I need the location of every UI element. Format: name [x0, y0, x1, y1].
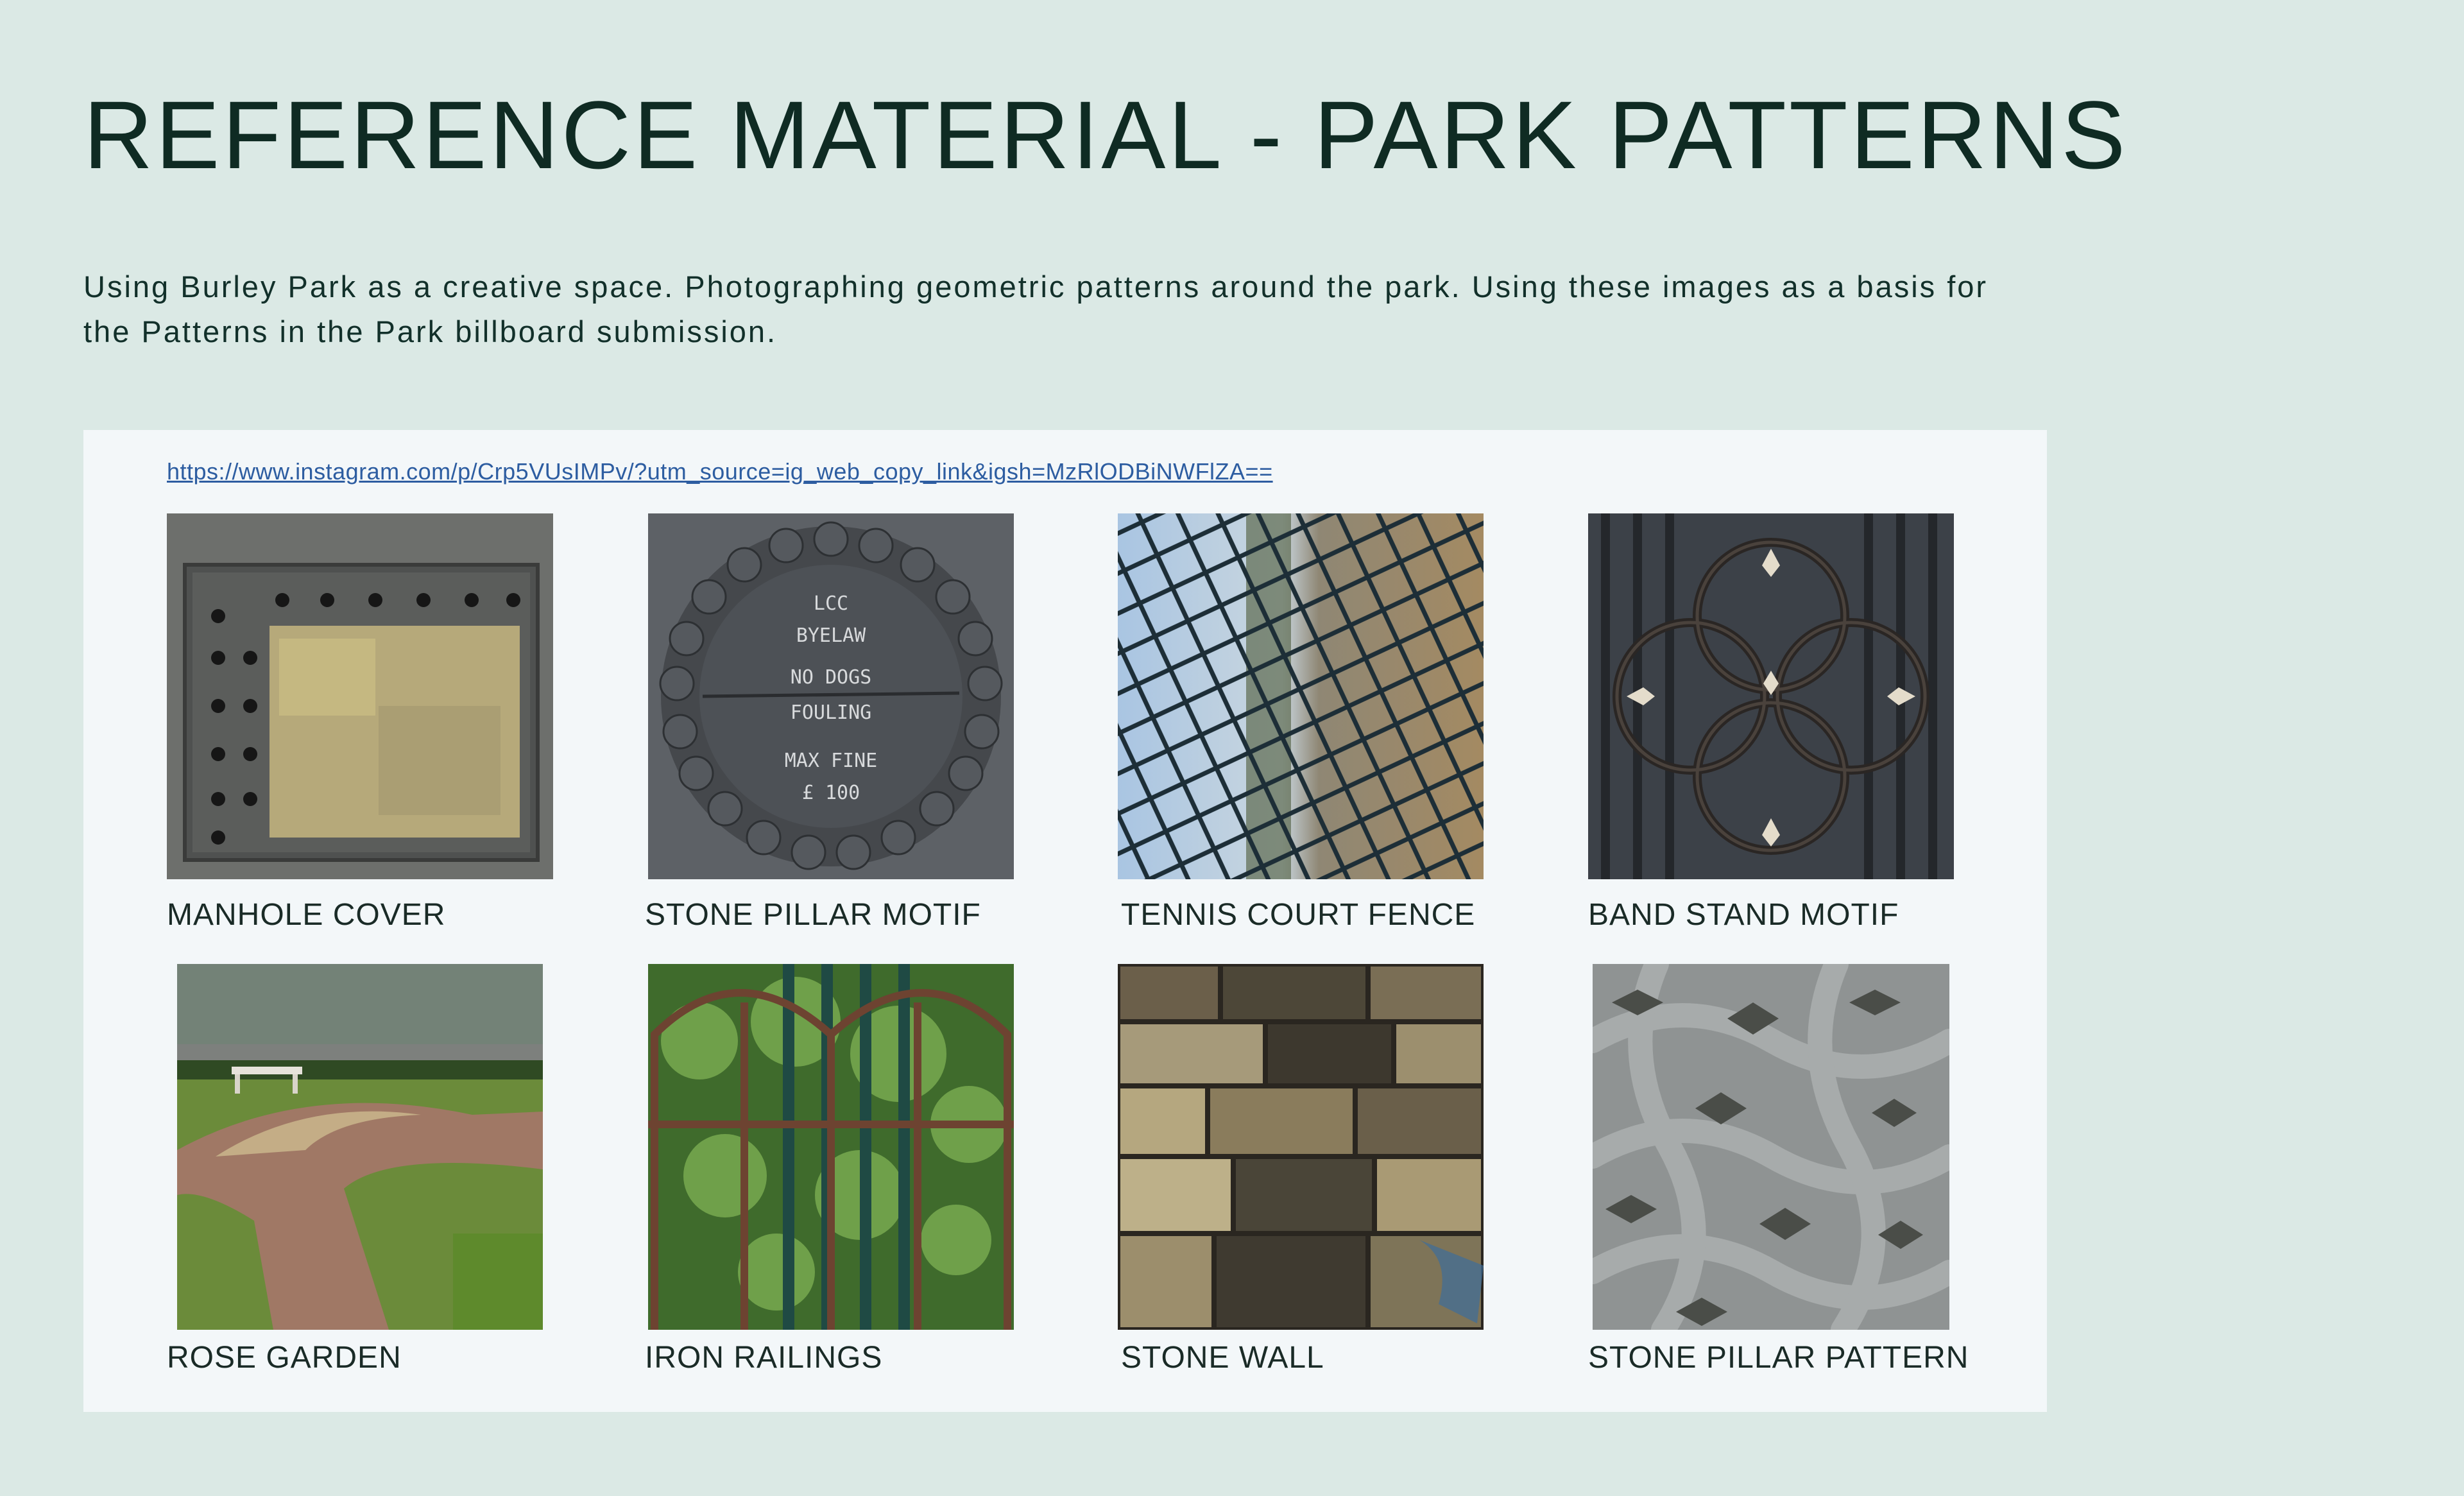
stone-wall-photo — [1118, 964, 1484, 1330]
pillar-text-line-1: LCC — [814, 592, 848, 615]
caption-manhole-cover: MANHOLE COVER — [167, 898, 446, 932]
manhole-cover-photo — [167, 513, 553, 879]
instagram-link[interactable]: https://www.instagram.com/p/Crp5VUsIMPv/… — [167, 458, 1273, 485]
reference-panel: https://www.instagram.com/p/Crp5VUsIMPv/… — [83, 430, 2047, 1412]
caption-stone-wall: STONE WALL — [1121, 1341, 1324, 1375]
caption-stone-pillar-pattern: STONE PILLAR PATTERN — [1588, 1341, 1969, 1375]
page-title: REFERENCE MATERIAL - PARK PATTERNS — [83, 81, 2128, 189]
page-description: Using Burley Park as a creative space. P… — [83, 270, 1989, 348]
caption-band-stand-motif: BAND STAND MOTIF — [1588, 898, 1899, 932]
caption-tennis-court-fence: TENNIS COURT FENCE — [1121, 898, 1476, 932]
tennis-court-fence-photo — [1118, 513, 1484, 879]
pillar-text-line-2: BYELAW — [796, 624, 866, 647]
caption-iron-railings: IRON RAILINGS — [645, 1341, 883, 1375]
caption-rose-garden: ROSE GARDEN — [167, 1341, 402, 1375]
pillar-text-line-3: NO DOGS — [791, 666, 871, 689]
iron-railings-photo — [648, 964, 1014, 1330]
rose-garden-photo — [177, 964, 543, 1330]
stone-pillar-motif-photo: LCC BYELAW NO DOGS FOULING MAX FINE £ 10… — [648, 513, 1014, 879]
pillar-text-line-4: FOULING — [791, 701, 871, 724]
pillar-text-line-5: MAX FINE — [785, 750, 878, 772]
stone-pillar-pattern-photo — [1593, 964, 1949, 1330]
band-stand-motif-photo — [1588, 513, 1954, 879]
pillar-text-line-6: £ 100 — [802, 782, 860, 804]
caption-stone-pillar-motif: STONE PILLAR MOTIF — [645, 898, 981, 932]
